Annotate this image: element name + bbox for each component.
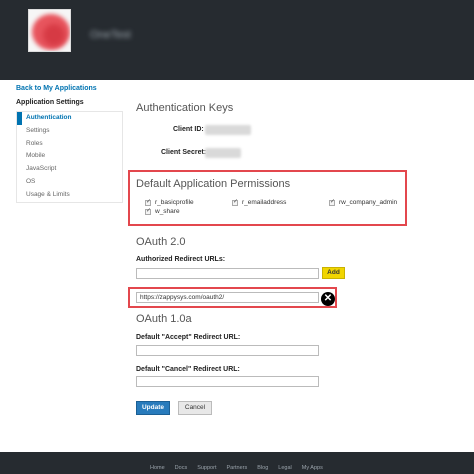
top-header: OneTest	[0, 0, 474, 80]
nav-item-usage-limits[interactable]: Usage & Limits	[17, 189, 122, 202]
footer: Home Docs Support Partners Blog Legal My…	[0, 452, 474, 474]
redirect-urls-label: Authorized Redirect URLs:	[136, 256, 226, 263]
checkbox-icon[interactable]	[145, 207, 151, 215]
nav-item-os[interactable]: OS	[17, 176, 122, 189]
permission-rw-company-admin[interactable]: rw_company_admin	[329, 198, 397, 206]
oauth2-heading: OAuth 2.0	[136, 236, 186, 248]
add-url-button[interactable]: Add	[322, 267, 345, 279]
permission-w-share[interactable]: w_share	[145, 207, 180, 215]
cancel-redirect-input[interactable]	[136, 376, 319, 387]
permission-r-emailaddress[interactable]: r_emailaddress	[232, 198, 286, 206]
cancel-button[interactable]: Cancel	[178, 401, 212, 415]
client-secret-label: Client Secret:	[161, 149, 207, 156]
settings-title: Application Settings	[16, 99, 84, 106]
close-circle-icon[interactable]: ✕	[321, 292, 335, 306]
cancel-redirect-label: Default "Cancel" Redirect URL:	[136, 366, 240, 373]
footer-link-legal[interactable]: Legal	[278, 465, 291, 471]
back-to-applications-link[interactable]: Back to My Applications	[16, 83, 126, 95]
client-id-label: Client ID:	[173, 126, 204, 133]
client-secret-value	[205, 148, 241, 158]
footer-links: Home Docs Support Partners Blog Legal My…	[150, 465, 323, 471]
accept-redirect-label: Default "Accept" Redirect URL:	[136, 334, 241, 341]
update-button[interactable]: Update	[136, 401, 170, 415]
footer-link-support[interactable]: Support	[197, 465, 216, 471]
oauth1-heading: OAuth 1.0a	[136, 313, 192, 325]
client-id-value	[205, 125, 251, 135]
auth-keys-heading: Authentication Keys	[136, 102, 234, 114]
checkbox-icon[interactable]	[232, 198, 238, 206]
nav-item-mobile[interactable]: Mobile	[17, 150, 122, 163]
footer-link-home[interactable]: Home	[150, 465, 165, 471]
nav-item-javascript[interactable]: JavaScript	[17, 163, 122, 176]
redirect-url-input[interactable]	[136, 268, 319, 279]
settings-nav: Authentication Settings Roles Mobile Jav…	[16, 111, 123, 203]
checkbox-icon[interactable]	[145, 198, 151, 206]
app-name: OneTest	[90, 29, 131, 41]
permissions-heading: Default Application Permissions	[136, 178, 291, 190]
nav-item-settings[interactable]: Settings	[17, 125, 122, 138]
app-logo	[28, 9, 71, 52]
nav-item-authentication[interactable]: Authentication	[17, 112, 122, 125]
footer-link-blog[interactable]: Blog	[257, 465, 268, 471]
existing-redirect-url[interactable]: https://zappysys.com/oauth2/	[136, 292, 319, 303]
checkbox-icon[interactable]	[329, 198, 335, 206]
footer-link-my-apps[interactable]: My Apps	[302, 465, 323, 471]
footer-link-partners[interactable]: Partners	[226, 465, 247, 471]
accept-redirect-input[interactable]	[136, 345, 319, 356]
footer-link-docs[interactable]: Docs	[175, 465, 188, 471]
nav-item-roles[interactable]: Roles	[17, 138, 122, 151]
left-sidebar: Back to My Applications Application Sett…	[16, 83, 126, 203]
permission-r-basicprofile[interactable]: r_basicprofile	[145, 198, 194, 206]
